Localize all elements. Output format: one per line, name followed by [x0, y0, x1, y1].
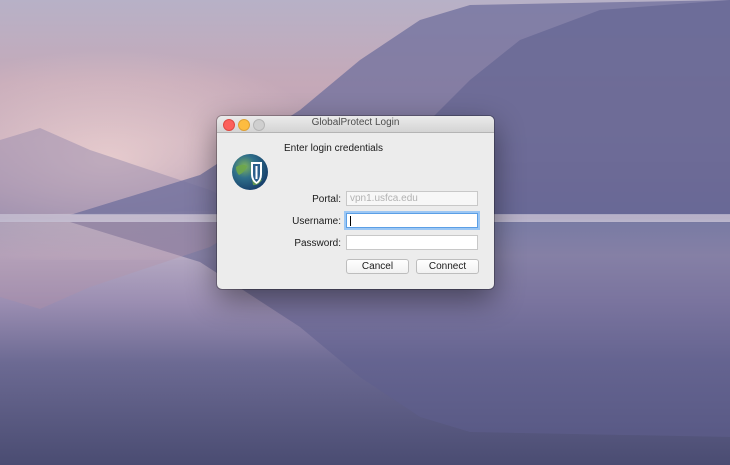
password-label: Password:: [294, 238, 341, 249]
connect-button[interactable]: Connect: [416, 259, 479, 274]
globalprotect-logo-icon: [232, 154, 268, 190]
portal-value: vpn1.usfca.edu: [350, 193, 418, 204]
portal-field: vpn1.usfca.edu: [346, 191, 478, 206]
dialog-heading: Enter login credentials: [284, 143, 383, 154]
username-field[interactable]: [346, 213, 478, 228]
username-label: Username:: [292, 216, 341, 227]
login-dialog: GlobalProtect Login Enter login credenti…: [217, 116, 494, 289]
title-bar[interactable]: GlobalProtect Login: [217, 116, 494, 133]
cancel-button[interactable]: Cancel: [346, 259, 409, 274]
window-title: GlobalProtect Login: [311, 117, 400, 128]
text-caret: [350, 216, 351, 226]
password-field[interactable]: [346, 235, 478, 250]
portal-label: Portal:: [312, 194, 341, 205]
